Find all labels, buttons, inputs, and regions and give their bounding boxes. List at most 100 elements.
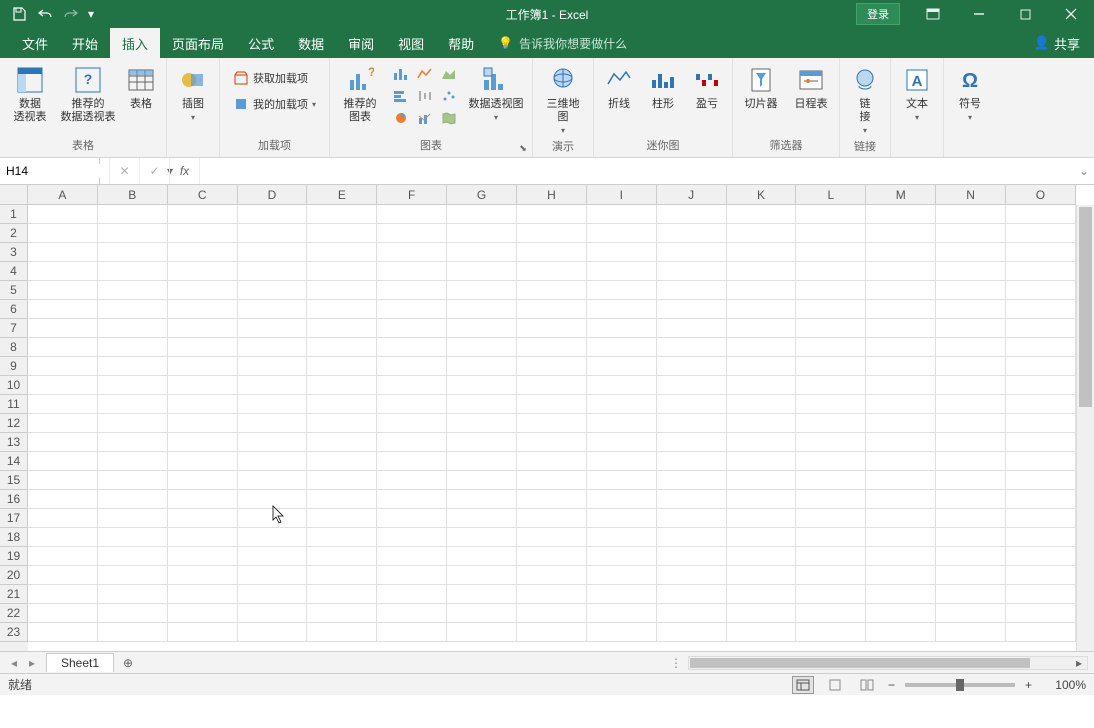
cell[interactable]	[796, 262, 866, 281]
cell[interactable]	[657, 319, 727, 338]
cell[interactable]	[377, 490, 447, 509]
cell[interactable]	[587, 300, 657, 319]
cell[interactable]	[377, 262, 447, 281]
cell[interactable]	[866, 319, 936, 338]
cell[interactable]	[307, 566, 377, 585]
cell[interactable]	[587, 319, 657, 338]
cell[interactable]	[796, 490, 866, 509]
cell[interactable]	[1006, 547, 1076, 566]
cell[interactable]	[98, 623, 168, 642]
formula-input[interactable]	[200, 158, 1074, 184]
row-header-14[interactable]: 14	[0, 452, 28, 471]
cell[interactable]	[936, 433, 1006, 452]
cell[interactable]	[866, 509, 936, 528]
cell[interactable]	[447, 490, 517, 509]
tab-pagelayout[interactable]: 页面布局	[160, 28, 236, 58]
cell[interactable]	[98, 471, 168, 490]
cell[interactable]	[587, 376, 657, 395]
cell[interactable]	[238, 528, 308, 547]
cell[interactable]	[28, 281, 98, 300]
cell[interactable]	[866, 262, 936, 281]
cell[interactable]	[1006, 281, 1076, 300]
cell[interactable]	[307, 376, 377, 395]
row-header-21[interactable]: 21	[0, 585, 28, 604]
cell[interactable]	[238, 338, 308, 357]
cell[interactable]	[1006, 243, 1076, 262]
cell[interactable]	[98, 319, 168, 338]
cell[interactable]	[1006, 414, 1076, 433]
cell[interactable]	[727, 243, 797, 262]
cell[interactable]	[28, 262, 98, 281]
cell[interactable]	[98, 357, 168, 376]
cell[interactable]	[28, 509, 98, 528]
row-header-6[interactable]: 6	[0, 300, 28, 319]
row-header-7[interactable]: 7	[0, 319, 28, 338]
row-header-3[interactable]: 3	[0, 243, 28, 262]
cell[interactable]	[1006, 585, 1076, 604]
cell[interactable]	[447, 623, 517, 642]
col-header-A[interactable]: A	[28, 185, 98, 205]
cell[interactable]	[657, 300, 727, 319]
pivot-table-button[interactable]: 数据 透视表	[6, 62, 54, 124]
cell[interactable]	[587, 433, 657, 452]
cell[interactable]	[517, 452, 587, 471]
cell[interactable]	[377, 433, 447, 452]
pivot-chart-button[interactable]: 数据透视图 ▾	[466, 62, 526, 123]
cell[interactable]	[168, 395, 238, 414]
3dmap-button[interactable]: 三维地 图 ▾	[539, 62, 587, 136]
cell[interactable]	[28, 623, 98, 642]
cell[interactable]	[377, 224, 447, 243]
cell[interactable]	[447, 547, 517, 566]
cell[interactable]	[1006, 395, 1076, 414]
cell[interactable]	[796, 395, 866, 414]
cell[interactable]	[168, 585, 238, 604]
cell[interactable]	[447, 471, 517, 490]
cell[interactable]	[657, 224, 727, 243]
cell[interactable]	[936, 357, 1006, 376]
cell[interactable]	[377, 414, 447, 433]
cell[interactable]	[377, 376, 447, 395]
cell[interactable]	[1006, 604, 1076, 623]
cell[interactable]	[866, 604, 936, 623]
row-header-22[interactable]: 22	[0, 604, 28, 623]
hscroll-thumb[interactable]	[690, 658, 1030, 668]
cell[interactable]	[866, 433, 936, 452]
sheet-nav[interactable]: ◂▸	[0, 656, 46, 670]
cell[interactable]	[238, 585, 308, 604]
cell[interactable]	[447, 281, 517, 300]
cell[interactable]	[796, 509, 866, 528]
cell[interactable]	[517, 338, 587, 357]
cell[interactable]	[447, 224, 517, 243]
cell[interactable]	[796, 528, 866, 547]
cell[interactable]	[307, 604, 377, 623]
cell[interactable]	[168, 338, 238, 357]
cell[interactable]	[866, 300, 936, 319]
cell[interactable]	[98, 452, 168, 471]
cell[interactable]	[866, 547, 936, 566]
text-button[interactable]: A 文本 ▾	[897, 62, 937, 123]
cell[interactable]	[307, 205, 377, 224]
cell[interactable]	[587, 414, 657, 433]
zoom-in-button[interactable]: +	[1025, 678, 1032, 692]
cell[interactable]	[98, 281, 168, 300]
col-header-M[interactable]: M	[866, 185, 936, 205]
tell-me-search[interactable]: 💡 告诉我你想要做什么	[498, 28, 627, 58]
cell[interactable]	[936, 509, 1006, 528]
cell[interactable]	[657, 604, 727, 623]
cell[interactable]	[796, 623, 866, 642]
cell[interactable]	[377, 281, 447, 300]
cell[interactable]	[98, 243, 168, 262]
cell[interactable]	[377, 566, 447, 585]
cell[interactable]	[307, 471, 377, 490]
cell[interactable]	[587, 205, 657, 224]
cell[interactable]	[238, 414, 308, 433]
cell[interactable]	[307, 319, 377, 338]
pie-chart-icon[interactable]	[390, 108, 412, 128]
cell[interactable]	[657, 490, 727, 509]
row-header-12[interactable]: 12	[0, 414, 28, 433]
cell[interactable]	[727, 205, 797, 224]
cell[interactable]	[587, 509, 657, 528]
cell[interactable]	[587, 338, 657, 357]
cell[interactable]	[517, 490, 587, 509]
cell[interactable]	[28, 566, 98, 585]
